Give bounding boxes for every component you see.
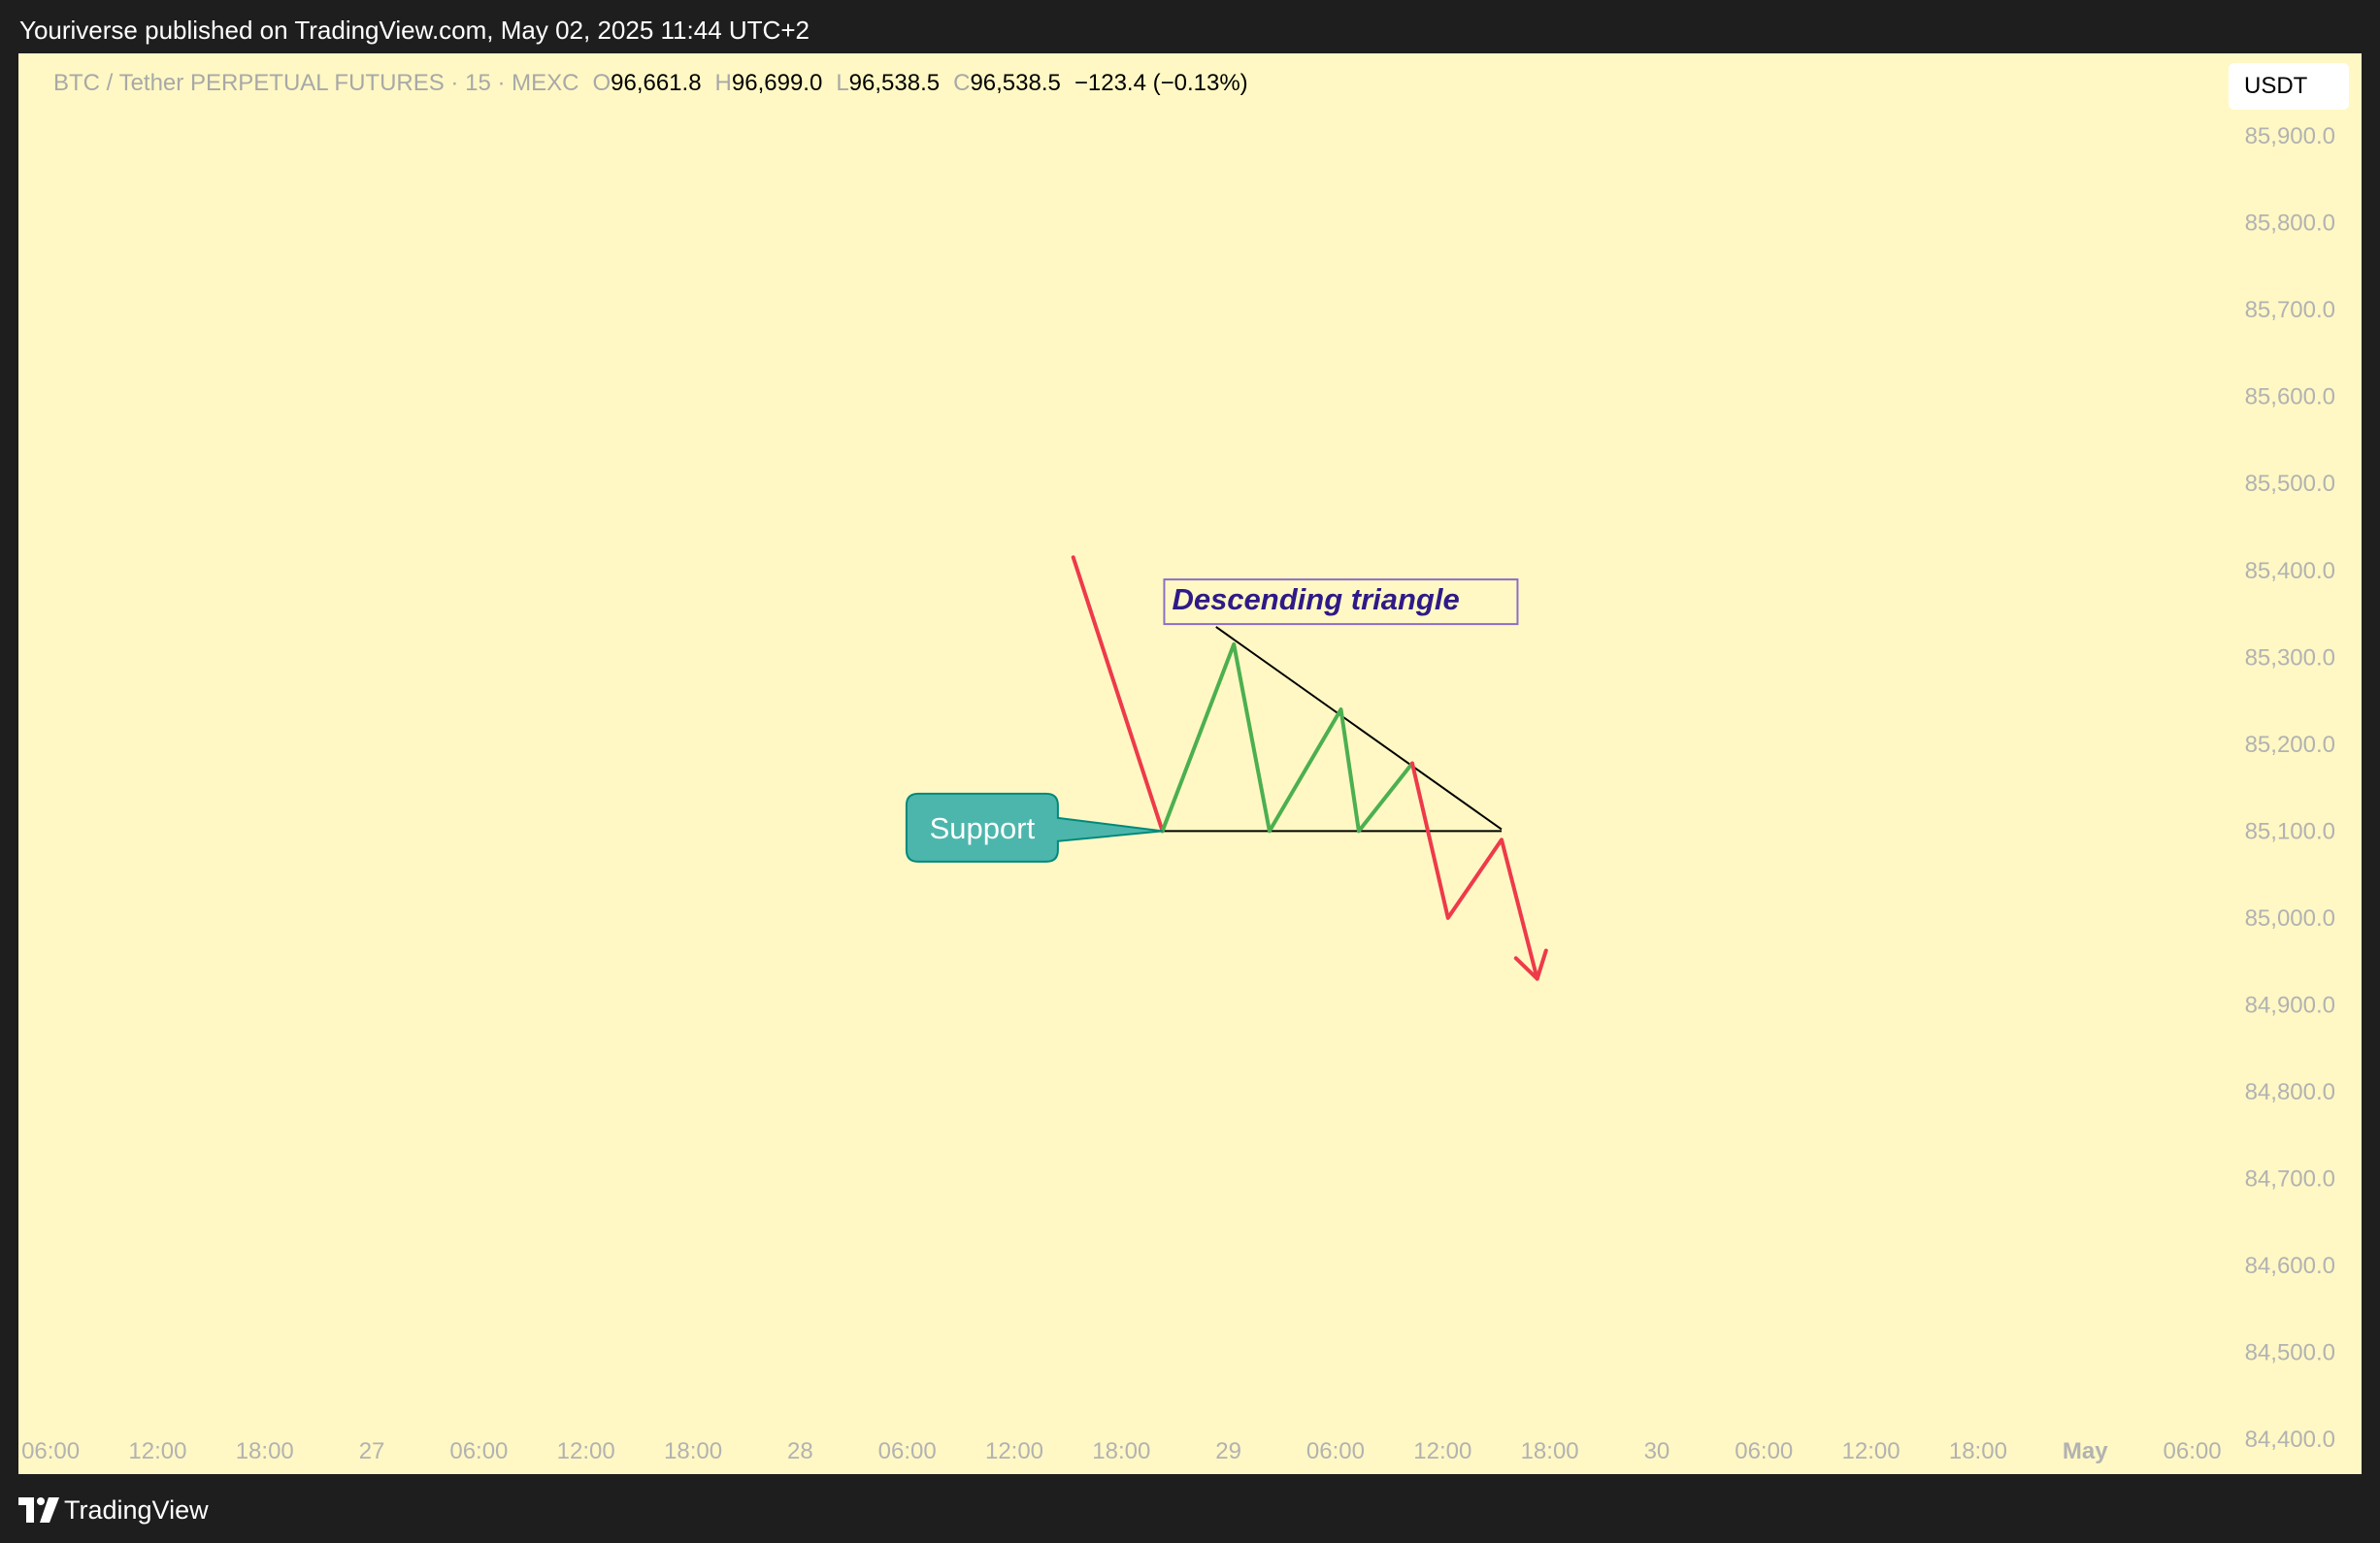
open-value: 96,661.8 [611, 70, 702, 96]
y-tick-label: 85,900.0 [2245, 123, 2335, 149]
close-value: 96,538.5 [970, 70, 1061, 96]
symbol-legend: BTC / Tether PERPETUAL FUTURES · 15 · ME… [53, 70, 1248, 97]
y-tick-label: 85,100.0 [2245, 818, 2335, 844]
publish-header: Youriverse published on TradingView.com,… [0, 0, 2380, 54]
x-tick-label: 06:00 [1735, 1438, 1793, 1464]
x-tick-label: 06:00 [449, 1438, 508, 1464]
change-value: −123.4 (−0.13%) [1074, 70, 1248, 96]
y-tick-label: 84,400.0 [2245, 1427, 2335, 1453]
y-tick-label: 85,400.0 [2245, 558, 2335, 584]
published-text: Youriverse published on TradingView.com,… [19, 16, 810, 45]
x-tick-label: 18:00 [664, 1438, 722, 1464]
bullish-zigzag-line [1160, 641, 1414, 834]
y-tick-label: 84,800.0 [2245, 1079, 2335, 1105]
x-tick-label: 12:00 [1413, 1438, 1471, 1464]
high-value: 96,699.0 [731, 70, 823, 96]
y-tick-label: 85,600.0 [2245, 384, 2335, 410]
x-tick-label: May [2063, 1438, 2108, 1464]
x-tick-label: 06:00 [1306, 1438, 1365, 1464]
footer-bar: TradingView [0, 1474, 2380, 1543]
x-tick-label: 27 [359, 1438, 385, 1464]
x-tick-label: 12:00 [985, 1438, 1043, 1464]
x-tick-label: 29 [1215, 1438, 1241, 1464]
y-tick-label: 84,500.0 [2245, 1340, 2335, 1366]
x-tick-label: 06:00 [21, 1438, 80, 1464]
open-label: O [592, 70, 612, 96]
x-tick-label: 12:00 [1842, 1438, 1901, 1464]
x-tick-label: 12:00 [128, 1438, 186, 1464]
resistance-trendline [1215, 626, 1503, 831]
pattern-label-text: Descending triangle [1172, 582, 1459, 616]
support-callout-text: Support [930, 811, 1036, 845]
x-tick-label: 06:00 [878, 1438, 937, 1464]
y-tick-label: 85,200.0 [2245, 732, 2335, 758]
low-value: 96,538.5 [848, 70, 941, 96]
low-label: L [836, 70, 849, 96]
chart-canvas[interactable]: 85,900.0 85,800.0 85,700.0 85,600.0 85,500.0… [18, 53, 2362, 1474]
currency-unit-label: USDT [2244, 73, 2308, 99]
x-tick-label: 06:00 [2164, 1438, 2222, 1464]
y-tick-label: 85,300.0 [2245, 644, 2335, 671]
x-tick-label: 28 [787, 1438, 813, 1464]
y-tick-label: 85,700.0 [2245, 297, 2335, 323]
x-tick-label: 12:00 [557, 1438, 615, 1464]
x-tick-label: 18:00 [1521, 1438, 1579, 1464]
tradingview-brand: TradingView [64, 1495, 209, 1525]
y-tick-label: 85,000.0 [2245, 905, 2335, 932]
y-tick-label: 85,500.0 [2245, 471, 2335, 497]
x-tick-label: 18:00 [1949, 1438, 2007, 1464]
y-tick-label: 84,900.0 [2245, 992, 2335, 1018]
y-tick-label: 84,600.0 [2245, 1253, 2335, 1279]
tradingview-logo-icon [18, 1497, 59, 1523]
x-tick-label: 30 [1644, 1438, 1670, 1464]
high-label: H [714, 70, 732, 96]
x-tick-label: 18:00 [236, 1438, 294, 1464]
bearish-drop-line [1071, 555, 1165, 834]
x-tick-label: 18:00 [1092, 1438, 1150, 1464]
symbol-name[interactable]: BTC / Tether PERPETUAL FUTURES · 15 · ME… [53, 70, 578, 96]
y-tick-label: 85,800.0 [2245, 211, 2335, 237]
currency-unit-button[interactable]: USDT [2229, 63, 2349, 110]
bearish-breakdown-line [1410, 761, 1539, 981]
y-tick-label: 84,700.0 [2245, 1166, 2335, 1193]
chart-area[interactable]: 85,900.0 85,800.0 85,700.0 85,600.0 85,500.0… [18, 53, 2362, 1474]
close-label: C [953, 70, 971, 96]
